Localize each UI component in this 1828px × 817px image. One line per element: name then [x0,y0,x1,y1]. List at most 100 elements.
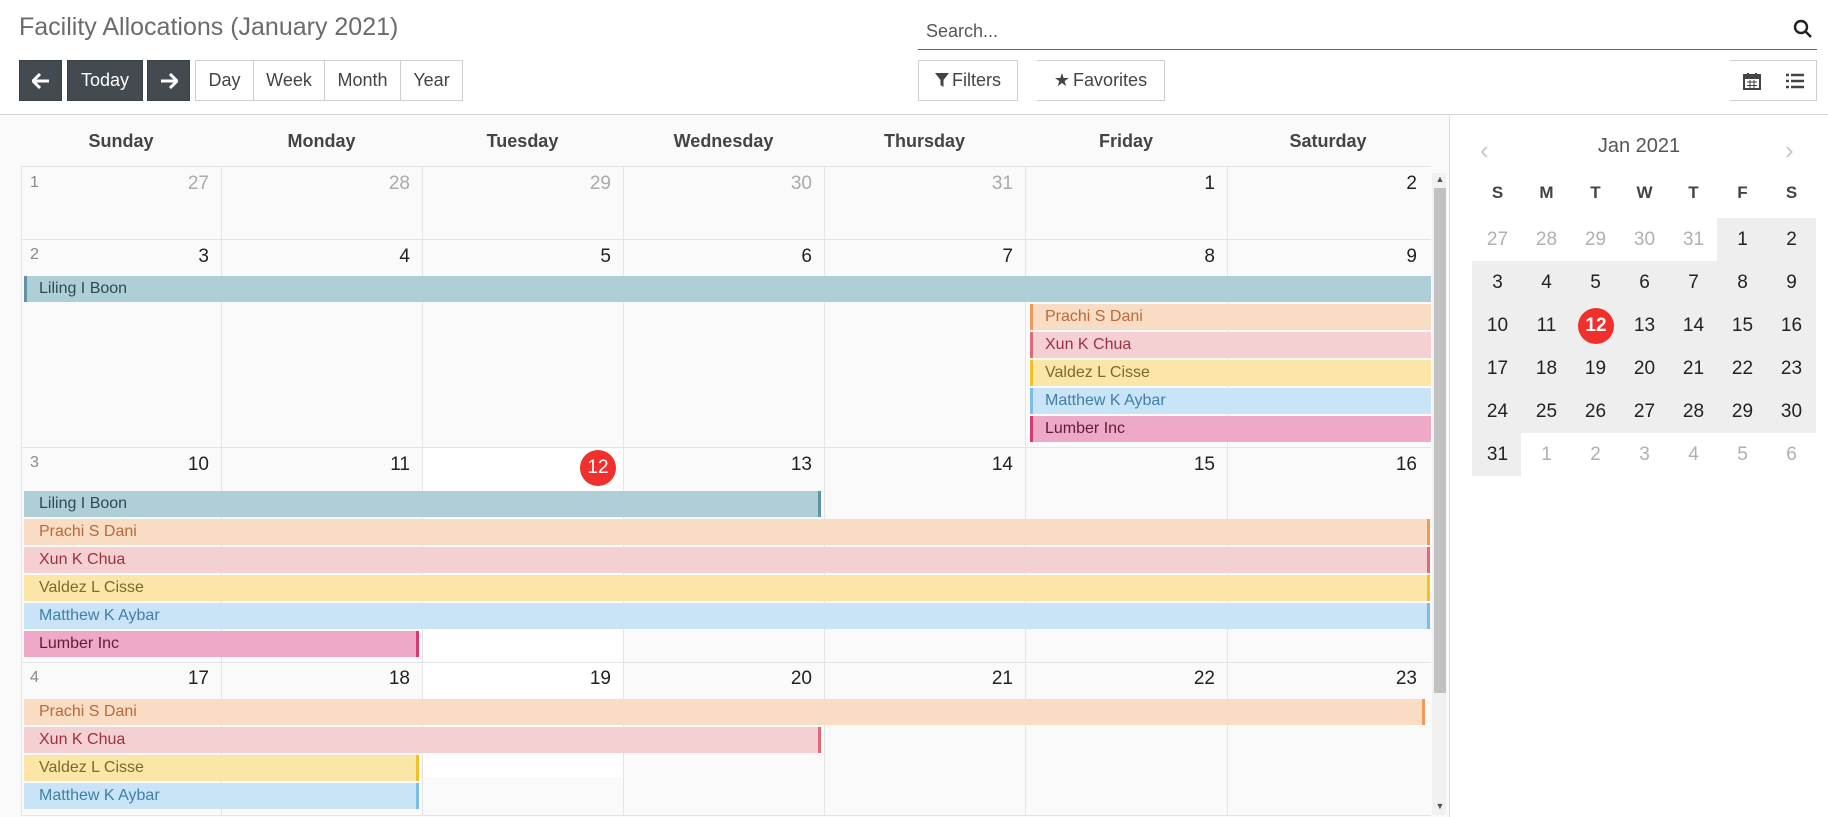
day-number[interactable]: 27 [169,173,209,195]
event-bar[interactable]: Matthew K Aybar [24,603,1430,629]
scale-year-button[interactable]: Year [401,60,463,101]
day-number[interactable]: 28 [370,173,410,195]
day-number[interactable]: 4 [370,246,410,268]
mini-day[interactable]: 28 [1522,218,1571,261]
day-number[interactable]: 30 [772,173,812,195]
scroll-up-icon[interactable]: ▲ [1434,173,1446,185]
next-button[interactable] [147,60,190,101]
mini-day[interactable]: 26 [1571,390,1620,433]
today-day-badge[interactable]: 12 [580,450,616,486]
mini-day[interactable]: 3 [1473,261,1522,304]
list-view-button[interactable] [1773,60,1817,101]
event-bar[interactable]: Valdez L Cisse [1030,360,1431,386]
day-number[interactable]: 20 [772,668,812,690]
day-number[interactable]: 8 [1175,246,1215,268]
day-number[interactable]: 15 [1175,454,1215,476]
day-number[interactable]: 21 [973,668,1013,690]
day-number[interactable]: 29 [571,173,611,195]
event-bar[interactable]: Xun K Chua [24,727,821,753]
mini-day[interactable]: 13 [1620,304,1669,347]
day-number[interactable]: 1 [1175,173,1215,195]
mini-day[interactable]: 5 [1571,261,1620,304]
mini-day[interactable]: 19 [1571,347,1620,390]
day-number[interactable]: 11 [370,454,410,476]
event-bar[interactable]: Lumber Inc [24,631,419,657]
mini-day[interactable]: 18 [1522,347,1571,390]
mini-day[interactable]: 3 [1620,433,1669,476]
mini-next-icon[interactable]: › [1785,135,1794,166]
day-number[interactable]: 18 [370,668,410,690]
scroll-down-icon[interactable]: ▼ [1434,800,1446,812]
mini-day[interactable]: 16 [1767,304,1816,347]
mini-day[interactable]: 21 [1669,347,1718,390]
day-number[interactable]: 2 [1377,173,1417,195]
day-number[interactable]: 13 [772,454,812,476]
mini-day[interactable]: 11 [1522,304,1571,347]
mini-day[interactable]: 31 [1473,433,1522,476]
mini-day[interactable]: 24 [1473,390,1522,433]
day-number[interactable]: 3 [169,246,209,268]
mini-day[interactable]: 29 [1571,218,1620,261]
event-bar[interactable]: Matthew K Aybar [1030,388,1431,414]
event-bar[interactable]: Prachi S Dani [24,699,1425,725]
mini-today-badge[interactable]: 12 [1578,308,1614,344]
day-number[interactable]: 9 [1377,246,1417,268]
mini-day[interactable]: 6 [1620,261,1669,304]
mini-day[interactable]: 15 [1718,304,1767,347]
mini-day[interactable]: 8 [1718,261,1767,304]
scrollbar-thumb[interactable] [1434,188,1446,693]
mini-day[interactable]: 4 [1669,433,1718,476]
day-number[interactable]: 31 [973,173,1013,195]
mini-day[interactable]: 2 [1571,433,1620,476]
mini-day[interactable]: 1 [1718,218,1767,261]
mini-day[interactable]: 27 [1620,390,1669,433]
day-number[interactable]: 19 [571,668,611,690]
event-bar[interactable]: Lumber Inc [1030,416,1431,442]
mini-day[interactable]: 23 [1767,347,1816,390]
day-number[interactable]: 7 [973,246,1013,268]
mini-day[interactable]: 29 [1718,390,1767,433]
scale-day-button[interactable]: Day [195,60,254,101]
day-number[interactable]: 10 [169,454,209,476]
mini-day[interactable]: 27 [1473,218,1522,261]
today-button[interactable]: Today [67,60,143,101]
mini-day[interactable]: 30 [1767,390,1816,433]
event-bar[interactable]: Xun K Chua [1030,332,1431,358]
day-number[interactable]: 16 [1377,454,1417,476]
event-bar[interactable]: Prachi S Dani [24,519,1430,545]
day-number[interactable]: 14 [973,454,1013,476]
mini-day[interactable]: 1 [1522,433,1571,476]
mini-day[interactable]: 17 [1473,347,1522,390]
search-input[interactable] [924,17,1764,45]
mini-day[interactable]: 4 [1522,261,1571,304]
event-bar[interactable]: Liling I Boon [24,276,1431,302]
mini-day[interactable]: 9 [1767,261,1816,304]
mini-day[interactable]: 28 [1669,390,1718,433]
event-bar[interactable]: Liling I Boon [24,491,821,517]
mini-day[interactable]: 20 [1620,347,1669,390]
event-bar[interactable]: Prachi S Dani [1030,304,1431,330]
event-bar[interactable]: Matthew K Aybar [24,783,419,809]
mini-day[interactable]: 14 [1669,304,1718,347]
mini-day[interactable]: 10 [1473,304,1522,347]
event-bar[interactable]: Xun K Chua [24,547,1430,573]
search-icon[interactable] [1793,19,1813,44]
favorites-button[interactable]: ★ Favorites [1037,60,1165,101]
event-bar[interactable]: Valdez L Cisse [24,575,1430,601]
scale-week-button[interactable]: Week [254,60,325,101]
event-bar[interactable]: Valdez L Cisse [24,755,419,781]
day-number[interactable]: 23 [1377,668,1417,690]
mini-day[interactable]: 5 [1718,433,1767,476]
mini-day[interactable]: 25 [1522,390,1571,433]
day-number[interactable]: 6 [772,246,812,268]
scale-month-button[interactable]: Month [325,60,401,101]
day-number[interactable]: 5 [571,246,611,268]
mini-day[interactable]: 7 [1669,261,1718,304]
calendar-view-button[interactable] [1730,60,1774,101]
mini-day[interactable]: 30 [1620,218,1669,261]
mini-day[interactable]: 6 [1767,433,1816,476]
mini-day[interactable]: 31 [1669,218,1718,261]
day-number[interactable]: 17 [169,668,209,690]
mini-day[interactable]: 22 [1718,347,1767,390]
mini-day[interactable]: 2 [1767,218,1816,261]
